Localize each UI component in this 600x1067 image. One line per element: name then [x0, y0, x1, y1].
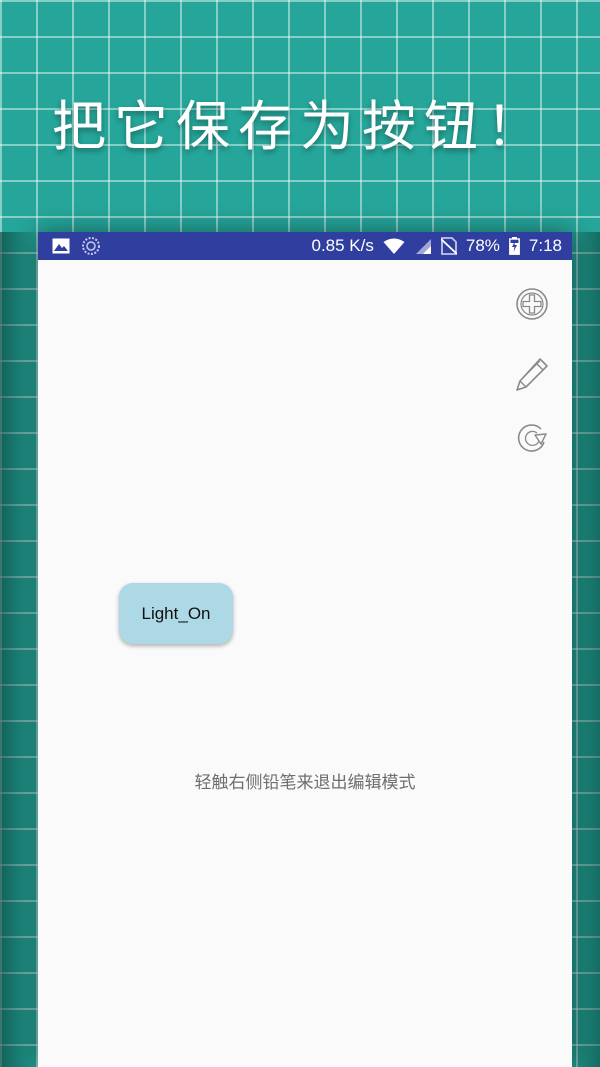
- pencil-icon: [516, 358, 548, 391]
- edit-mode-button[interactable]: [514, 356, 550, 392]
- signal-icon: [414, 238, 432, 255]
- battery-percent: 78%: [465, 236, 500, 255]
- no-sim-icon: [440, 237, 457, 255]
- battery-charging-icon: [509, 237, 520, 255]
- network-speed: 0.85 K/s: [311, 236, 374, 255]
- add-circle-icon: [516, 288, 548, 320]
- edit-mode-hint: 轻触右侧铅笔来退出编辑模式: [194, 773, 416, 793]
- phone-screen: 0.85 K/s 78% 7:18 Light_On 轻触右侧铅笔来退出编辑模式: [38, 232, 572, 1067]
- reset-button[interactable]: [514, 420, 550, 456]
- wifi-icon: [383, 238, 405, 255]
- add-button[interactable]: [514, 286, 550, 322]
- image-icon: [52, 238, 70, 254]
- clock: 7:18: [528, 236, 562, 255]
- light-on-button[interactable]: Light_On: [119, 583, 233, 644]
- loading-icon: [82, 237, 100, 255]
- refresh-icon: [517, 424, 547, 452]
- status-bar: 0.85 K/s 78% 7:18: [38, 232, 572, 260]
- promo-headline: 把它保存为按钮！: [52, 95, 548, 158]
